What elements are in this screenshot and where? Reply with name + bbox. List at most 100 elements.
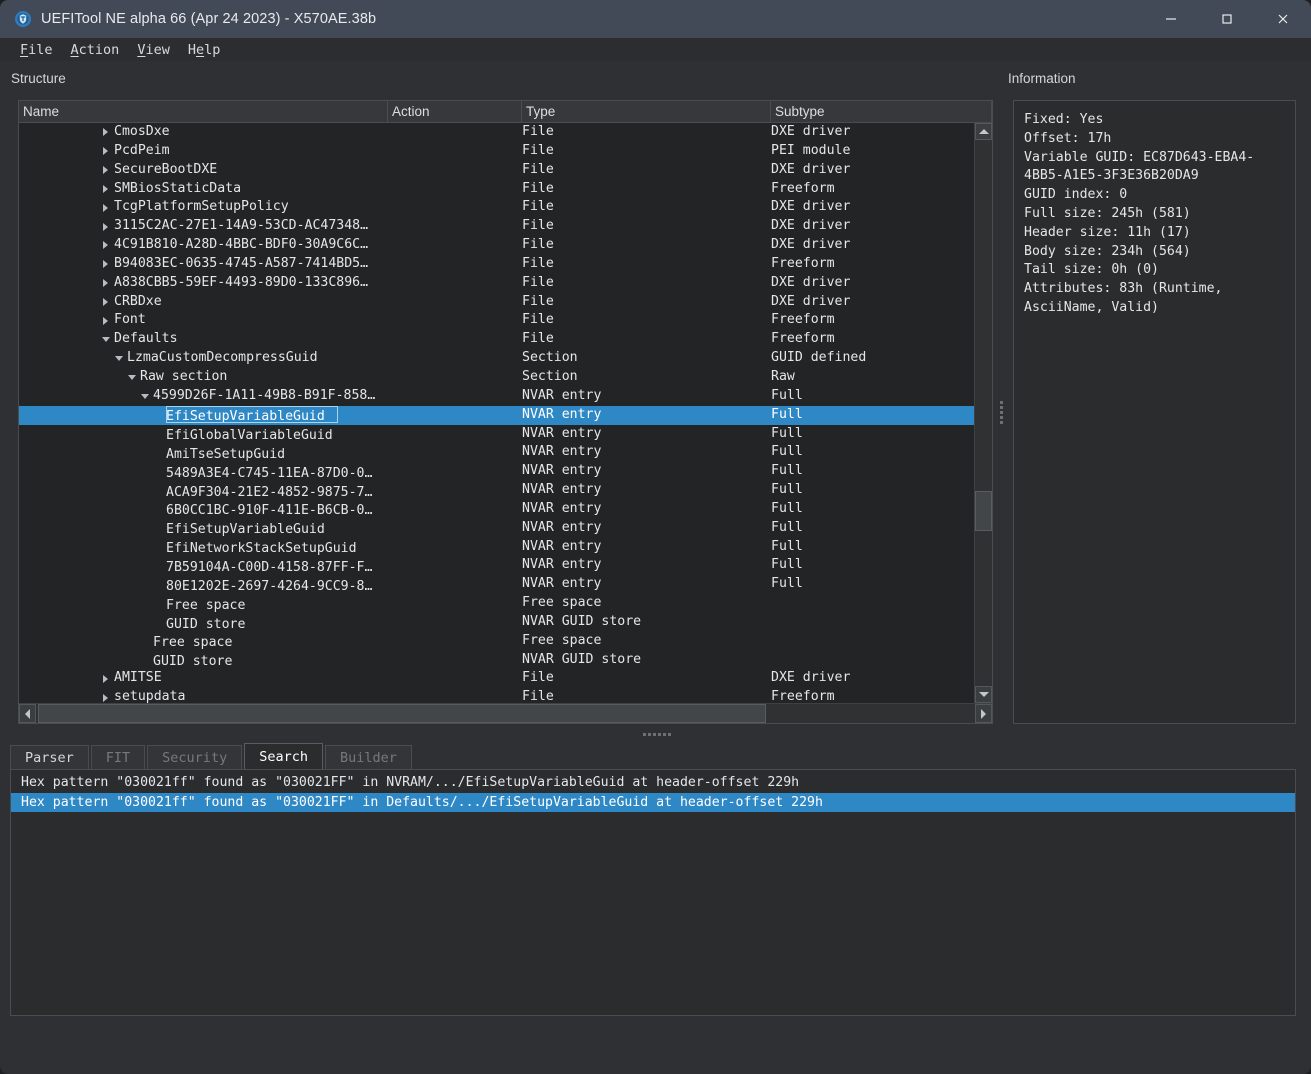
chevron-down-icon[interactable] [100, 330, 111, 349]
tree-row-type-cell: Free space [522, 632, 601, 651]
close-button[interactable] [1255, 0, 1311, 38]
scroll-up-arrow-icon[interactable] [975, 123, 992, 140]
column-header-action[interactable]: Action [388, 101, 522, 122]
vertical-scroll-thumb[interactable] [975, 491, 992, 531]
chevron-right-icon[interactable] [100, 198, 111, 217]
maximize-button[interactable] [1199, 0, 1255, 38]
tree-row-name: setupdata [114, 688, 185, 703]
tree-row-name-cell: PcdPeim [19, 142, 170, 161]
tree-row-type-cell: File [522, 236, 554, 255]
tree-row[interactable]: LzmaCustomDecompressGuidSectionGUID defi… [19, 349, 974, 368]
horizontal-scroll-thumb[interactable] [38, 704, 766, 723]
tab-parser[interactable]: Parser [10, 745, 89, 770]
tree-row[interactable]: SecureBootDXEFileDXE driver [19, 161, 974, 180]
menu-item-file[interactable]: File [11, 41, 62, 59]
tree-row[interactable]: DefaultsFileFreeform [19, 330, 974, 349]
tree-row-type-cell: NVAR entry [522, 519, 601, 538]
tree-row[interactable]: 4599D26F-1A11-49B8-B91F-858…NVAR entryFu… [19, 387, 974, 406]
menu-bar: FileActionViewHelp [0, 38, 1311, 61]
tree-row-subtype-cell: DXE driver [771, 669, 850, 688]
tree-row-name-cell: Defaults [19, 330, 178, 349]
chevron-down-icon[interactable] [139, 387, 150, 406]
tree-row[interactable]: EfiGlobalVariableGuidNVAR entryFull [19, 425, 974, 444]
chevron-right-icon[interactable] [100, 311, 111, 330]
horizontal-splitter[interactable] [18, 726, 1296, 742]
tree-row-subtype-cell: Full [771, 406, 803, 425]
tree-row-type-cell: NVAR entry [522, 443, 601, 462]
tree-row-name: 5489A3E4-C745-11EA-87D0-0… [166, 465, 372, 481]
chevron-right-icon[interactable] [100, 236, 111, 255]
tree-row[interactable]: EfiSetupVariableGuidNVAR entryFull [19, 406, 974, 425]
tree-row[interactable]: AmiTseSetupGuidNVAR entryFull [19, 443, 974, 462]
chevron-right-icon[interactable] [100, 274, 111, 293]
tree-row[interactable]: GUID storeNVAR GUID store [19, 613, 974, 632]
menu-item-help[interactable]: Help [179, 41, 230, 59]
tree-row-type-cell: NVAR GUID store [522, 651, 641, 670]
tree-horizontal-scrollbar[interactable] [19, 703, 992, 723]
tree-row[interactable]: B94083EC-0635-4745-A587-7414BD5…FileFree… [19, 255, 974, 274]
chevron-right-icon[interactable] [100, 688, 111, 703]
tree-row[interactable]: 6B0CC1BC-910F-411E-B6CB-0…NVAR entryFull [19, 500, 974, 519]
tree-row[interactable]: EfiNetworkStackSetupGuidNVAR entryFull [19, 538, 974, 557]
menu-item-action[interactable]: Action [62, 41, 129, 59]
tree-row[interactable]: 4C91B810-A28D-4BBC-BDF0-30A9C6C…FileDXE … [19, 236, 974, 255]
tree-row-subtype-cell: Freeform [771, 688, 835, 703]
tree-row-subtype-cell: PEI module [771, 142, 850, 161]
tree-row[interactable]: 80E1202E-2697-4264-9CC9-8…NVAR entryFull [19, 575, 974, 594]
chevron-right-icon[interactable] [100, 669, 111, 688]
tree-row[interactable]: AMITSEFileDXE driver [19, 669, 974, 688]
tree-row-subtype-cell: Full [771, 462, 803, 481]
tree-row[interactable]: PcdPeim File PEI module [19, 142, 974, 161]
tree-row[interactable]: setupdataFileFreeform [19, 688, 974, 703]
tree-row[interactable]: CmosDxeFileDXE driver [19, 123, 974, 142]
chevron-right-icon[interactable] [100, 217, 111, 236]
chevron-right-icon[interactable] [100, 293, 111, 312]
tree-row[interactable]: SMBiosStaticDataFileFreeform [19, 180, 974, 199]
chevron-down-icon[interactable] [126, 368, 137, 387]
column-header-name[interactable]: Name [19, 101, 388, 122]
scroll-down-arrow-icon[interactable] [975, 686, 992, 703]
tree-row-subtype-cell: Freeform [771, 311, 835, 330]
tree-row[interactable]: 5489A3E4-C745-11EA-87D0-0…NVAR entryFull [19, 462, 974, 481]
no-expander-icon [152, 578, 163, 594]
tab-search[interactable]: Search [244, 743, 323, 770]
tree-row-name-cell: A838CBB5-59EF-4493-89D0-133C896… [19, 274, 368, 293]
tree-row[interactable]: 7B59104A-C00D-4158-87FF-F…NVAR entryFull [19, 556, 974, 575]
chevron-right-icon[interactable] [100, 142, 111, 161]
column-header-type[interactable]: Type [522, 101, 771, 122]
tree-row-type-cell: NVAR GUID store [522, 613, 641, 632]
chevron-right-icon[interactable] [100, 161, 111, 180]
information-panel[interactable]: Fixed: Yes Offset: 17h Variable GUID: EC… [1013, 100, 1296, 724]
chevron-right-icon[interactable] [100, 123, 111, 142]
chevron-right-icon[interactable] [100, 180, 111, 199]
tree-row[interactable]: Free spaceFree space [19, 632, 974, 651]
tree-row-name: AmiTseSetupGuid [166, 446, 285, 462]
no-expander-icon [152, 484, 163, 500]
chevron-down-icon[interactable] [113, 349, 124, 368]
search-result-row[interactable]: Hex pattern "030021ff" found as "030021F… [11, 773, 1295, 793]
tree-row[interactable]: Raw sectionSectionRaw [19, 368, 974, 387]
tree-vertical-scrollbar[interactable] [974, 123, 992, 703]
tree-row-type-cell: File [522, 142, 554, 161]
tree-row[interactable]: 3115C2AC-27E1-14A9-53CD-AC47348…FileDXE … [19, 217, 974, 236]
tree-row[interactable]: TcgPlatformSetupPolicyFileDXE driver [19, 198, 974, 217]
tree-row[interactable]: ACA9F304-21E2-4852-9875-7…NVAR entryFull [19, 481, 974, 500]
tree-row[interactable]: A838CBB5-59EF-4493-89D0-133C896…FileDXE … [19, 274, 974, 293]
tree-row[interactable]: EfiSetupVariableGuidNVAR entryFull [19, 519, 974, 538]
tree-row-name-cell: 80E1202E-2697-4264-9CC9-8… [19, 575, 372, 594]
column-header-subtype[interactable]: Subtype [771, 101, 992, 122]
search-result-row[interactable]: Hex pattern "030021ff" found as "030021F… [11, 793, 1295, 813]
tree-row[interactable]: Free spaceFree space [19, 594, 974, 613]
menu-item-view[interactable]: View [128, 41, 179, 59]
vertical-splitter[interactable] [995, 100, 1007, 724]
tree-row[interactable]: CRBDxeFileDXE driver [19, 293, 974, 312]
scroll-right-arrow-icon[interactable] [975, 704, 992, 723]
tree-row-subtype-cell: Full [771, 387, 803, 406]
scroll-left-arrow-icon[interactable] [19, 704, 36, 723]
chevron-right-icon[interactable] [100, 255, 111, 274]
minimize-button[interactable] [1143, 0, 1199, 38]
tree-rows-container[interactable]: CmosDxeFileDXE driverPcdPeim File PEI modu… [19, 123, 974, 703]
tree-row[interactable]: GUID storeNVAR GUID store [19, 651, 974, 670]
tree-row[interactable]: FontFileFreeform [19, 311, 974, 330]
search-results-panel[interactable]: Hex pattern "030021ff" found as "030021F… [10, 769, 1296, 1016]
